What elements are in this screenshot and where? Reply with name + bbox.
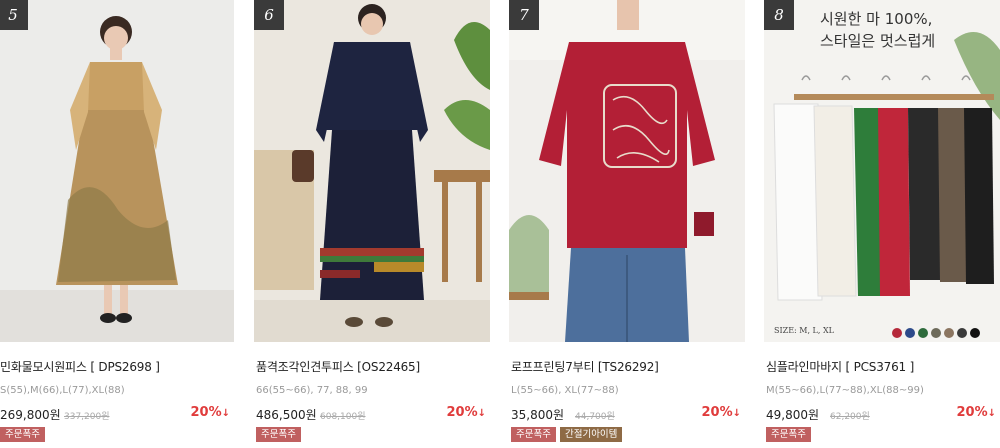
down-arrow-icon: ↓	[477, 408, 486, 419]
product-price: 486,500원	[256, 408, 317, 422]
badge-list: 주문폭주 간절기아이템	[511, 427, 623, 442]
size-caption: SIZE: M, L, XL	[774, 326, 834, 335]
badge-hot-order: 주문폭주	[511, 427, 556, 442]
color-swatch	[905, 328, 915, 338]
badge-list: 주문폭주	[766, 427, 811, 442]
product-rank-badge: 5	[0, 0, 28, 30]
badge-hot-order: 주문폭주	[766, 427, 811, 442]
promo-line: 시원한 마 100%,	[820, 10, 933, 28]
color-swatches	[892, 328, 980, 338]
product-sizes: L(55~66), XL(77~88)	[511, 385, 619, 396]
product-sizes: S(55),M(66),L(77),XL(88)	[0, 385, 125, 396]
product-sizes: M(55~66),L(77~88),XL(88~99)	[766, 385, 924, 396]
color-swatch	[957, 328, 967, 338]
product-image[interactable]: 7	[509, 0, 745, 342]
product-price: 49,800원	[766, 408, 820, 422]
product-rank-badge: 7	[509, 0, 539, 30]
discount-rate: 20%↓	[446, 405, 486, 420]
discount-value: 20%	[956, 405, 988, 420]
badge-list: 주문폭주	[256, 427, 301, 442]
discount-value: 20%	[701, 405, 733, 420]
color-swatch	[970, 328, 980, 338]
product-card[interactable]: 7 로프프린팅7부티 [TS26292] L(55~66), XL(77~88)…	[509, 0, 745, 448]
discount-value: 20%	[190, 405, 222, 420]
product-rank-badge: 8	[764, 0, 794, 30]
badge-season-item: 간절기아이템	[559, 427, 623, 442]
product-title[interactable]: 심플라인마바지 [ PCS3761 ]	[766, 358, 914, 375]
product-card[interactable]: 5 민화물모시원피스 [ DPS2698 ] S(55),M(66),L(77)…	[0, 0, 234, 448]
badge-hot-order: 주문폭주	[0, 427, 45, 442]
product-card[interactable]: 6 품격조각인견투피스 [OS22465] 66(55~66), 77, 88,…	[254, 0, 490, 448]
discount-value: 20%	[446, 405, 478, 420]
product-image[interactable]: 6	[254, 0, 490, 342]
badge-list: 주문폭주	[0, 427, 45, 442]
down-arrow-icon: ↓	[221, 408, 230, 419]
badge-hot-order: 주문폭주	[256, 427, 301, 442]
product-title[interactable]: 민화물모시원피스 [ DPS2698 ]	[0, 358, 160, 375]
down-arrow-icon: ↓	[732, 408, 741, 419]
product-title[interactable]: 로프프린팅7부티 [TS26292]	[511, 358, 659, 375]
discount-rate: 20%↓	[956, 405, 996, 420]
product-card[interactable]: 8 시원한 마 100%, 스타일은 멋스럽게 SIZE: M, L, XL 심…	[764, 0, 1000, 448]
color-swatch	[931, 328, 941, 338]
down-arrow-icon: ↓	[987, 408, 996, 419]
product-title[interactable]: 품격조각인견투피스 [OS22465]	[256, 358, 420, 375]
product-rank-badge: 6	[254, 0, 284, 30]
product-image[interactable]: 5	[0, 0, 234, 342]
discount-rate: 20%↓	[190, 405, 230, 420]
product-price: 269,800원	[0, 408, 61, 422]
color-swatch	[892, 328, 902, 338]
product-original-price: 608,100원	[320, 412, 366, 422]
color-swatch	[918, 328, 928, 338]
discount-rate: 20%↓	[701, 405, 741, 420]
color-swatch	[944, 328, 954, 338]
product-original-price: 44,700원	[575, 412, 615, 422]
promo-text: 시원한 마 100%, 스타일은 멋스럽게	[820, 8, 935, 52]
product-original-price: 337,200원	[64, 412, 110, 422]
product-sizes: 66(55~66), 77, 88, 99	[256, 385, 368, 396]
product-original-price: 62,200원	[830, 412, 870, 422]
product-price: 35,800원	[511, 408, 565, 422]
product-image[interactable]: 8 시원한 마 100%, 스타일은 멋스럽게 SIZE: M, L, XL	[764, 0, 1000, 342]
promo-line: 스타일은 멋스럽게	[820, 32, 936, 50]
